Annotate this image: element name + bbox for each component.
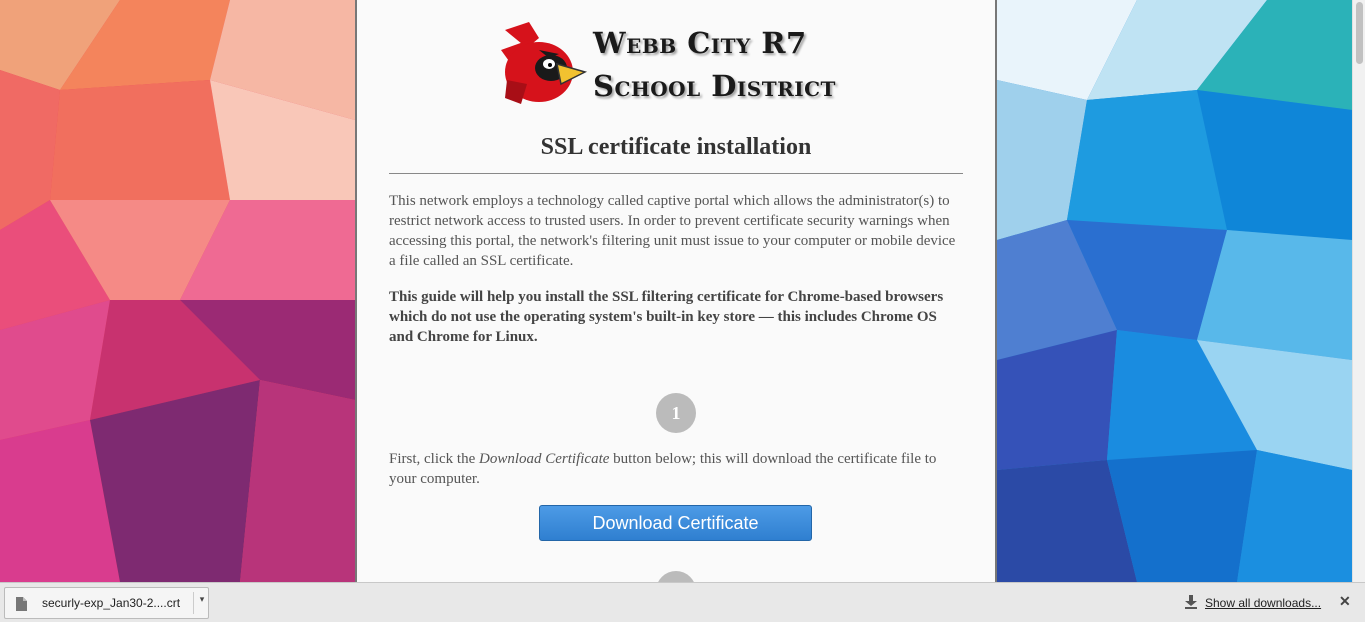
page-scrollbar[interactable] xyxy=(1352,0,1365,582)
download-certificate-button[interactable]: Download Certificate xyxy=(539,505,812,541)
cardinal-mascot-icon xyxy=(501,22,588,104)
page-title: SSL certificate installation xyxy=(540,134,812,160)
step-1-text-before: First, click the xyxy=(389,451,479,467)
right-background-art xyxy=(997,0,1352,582)
close-icon[interactable]: ✕ xyxy=(1339,593,1351,610)
download-item[interactable]: securly-exp_Jan30-2....crt ▾ xyxy=(4,587,209,619)
step-1-instructions: First, click the Download Certificate bu… xyxy=(389,449,963,489)
download-file-name: securly-exp_Jan30-2....crt xyxy=(42,596,181,610)
step-2-badge: 2 xyxy=(656,571,696,582)
logo-line-2: School District xyxy=(593,69,836,103)
district-logo: Webb City R7 School District xyxy=(499,20,859,108)
left-background-art xyxy=(0,0,355,582)
main-content: Webb City R7 School District SSL certifi… xyxy=(355,0,997,582)
logo-line-1: Webb City R7 xyxy=(593,26,807,60)
download-shelf: securly-exp_Jan30-2....crt ▾ Show all do… xyxy=(0,582,1365,622)
title-divider xyxy=(389,173,963,174)
step-1-emphasis: Download Certificate xyxy=(479,451,610,467)
download-item-divider xyxy=(193,592,194,614)
logo-text: Webb City R7 School District xyxy=(593,22,863,108)
chevron-down-icon[interactable]: ▾ xyxy=(196,594,208,605)
guide-paragraph: This guide will help you install the SSL… xyxy=(389,289,944,345)
download-arrow-icon xyxy=(1185,595,1197,609)
intro-paragraph: This network employs a technology called… xyxy=(389,193,956,269)
step-1-badge: 1 xyxy=(656,393,696,433)
show-all-downloads-label: Show all downloads... xyxy=(1205,596,1322,610)
scrollbar-thumb[interactable] xyxy=(1356,2,1363,64)
file-icon xyxy=(16,597,27,611)
